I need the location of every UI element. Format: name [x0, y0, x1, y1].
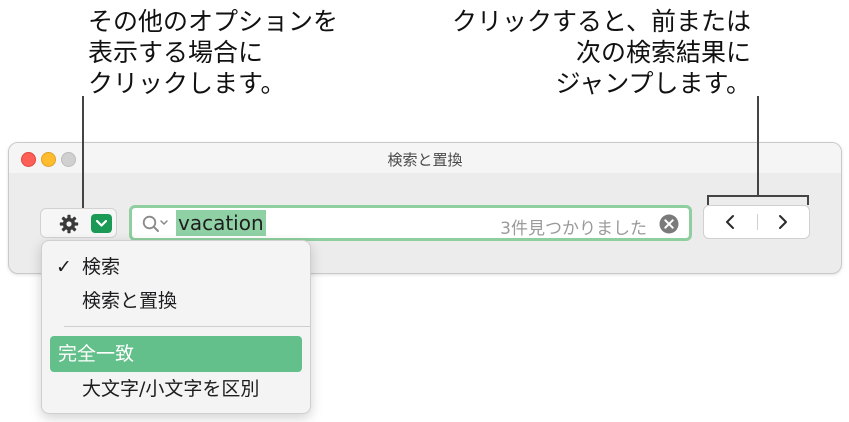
title-bar: 検索と置換	[9, 143, 841, 173]
callout-bracket-left-tick	[707, 195, 709, 205]
callout-line: 次の検索結果に	[575, 38, 751, 67]
callout-line: 表示する場合に	[88, 38, 264, 67]
checkmark-icon: ✓	[56, 256, 72, 278]
result-count: 3件見つかりました	[500, 219, 647, 239]
menu-item-find[interactable]: ✓ 検索	[50, 249, 302, 285]
window-title: 検索と置換	[387, 151, 463, 169]
search-query-text[interactable]: vacation	[176, 210, 266, 236]
callout-navigation: クリックすると、前または 次の検索結果に ジャンプします。	[452, 6, 751, 99]
menu-item-label: 検索と置換	[82, 290, 178, 312]
callout-line: クリックすると、前または	[451, 7, 751, 36]
menu-item-match-case[interactable]: 大文字/小文字を区別	[50, 371, 302, 407]
options-menu: ✓ 検索 検索と置換 完全一致 大文字/小文字を区別	[41, 240, 311, 414]
callout-bracket	[707, 195, 809, 197]
result-navigation	[703, 205, 810, 239]
menu-separator	[64, 326, 310, 327]
callout-leader-line-left	[82, 96, 84, 208]
next-result-button[interactable]	[757, 206, 810, 238]
search-icon[interactable]	[142, 215, 170, 237]
callout-line: その他のオプションを	[88, 7, 339, 36]
chevron-down-icon	[91, 214, 112, 233]
callout-more-options: その他のオプションを 表示する場合に クリックします。	[88, 6, 338, 99]
callout-line: クリックします。	[88, 69, 286, 98]
options-menu-button[interactable]	[40, 208, 117, 238]
menu-item-find-replace[interactable]: 検索と置換	[50, 283, 302, 319]
clear-icon[interactable]	[659, 214, 679, 234]
gear-icon	[59, 214, 79, 234]
chevron-right-icon	[779, 215, 787, 229]
menu-item-label: 完全一致	[58, 343, 135, 365]
menu-item-whole-words[interactable]: 完全一致	[50, 336, 302, 372]
menu-item-label: 大文字/小文字を区別	[82, 378, 260, 400]
search-input[interactable]: vacation 3件見つかりました	[129, 205, 692, 241]
menu-item-label: 検索	[82, 256, 121, 278]
callout-leader-line-right	[757, 96, 759, 196]
callout-line: ジャンプします。	[555, 69, 751, 98]
chevron-left-icon	[726, 215, 734, 229]
callout-bracket-right-tick	[807, 195, 809, 205]
previous-result-button[interactable]	[704, 206, 757, 238]
